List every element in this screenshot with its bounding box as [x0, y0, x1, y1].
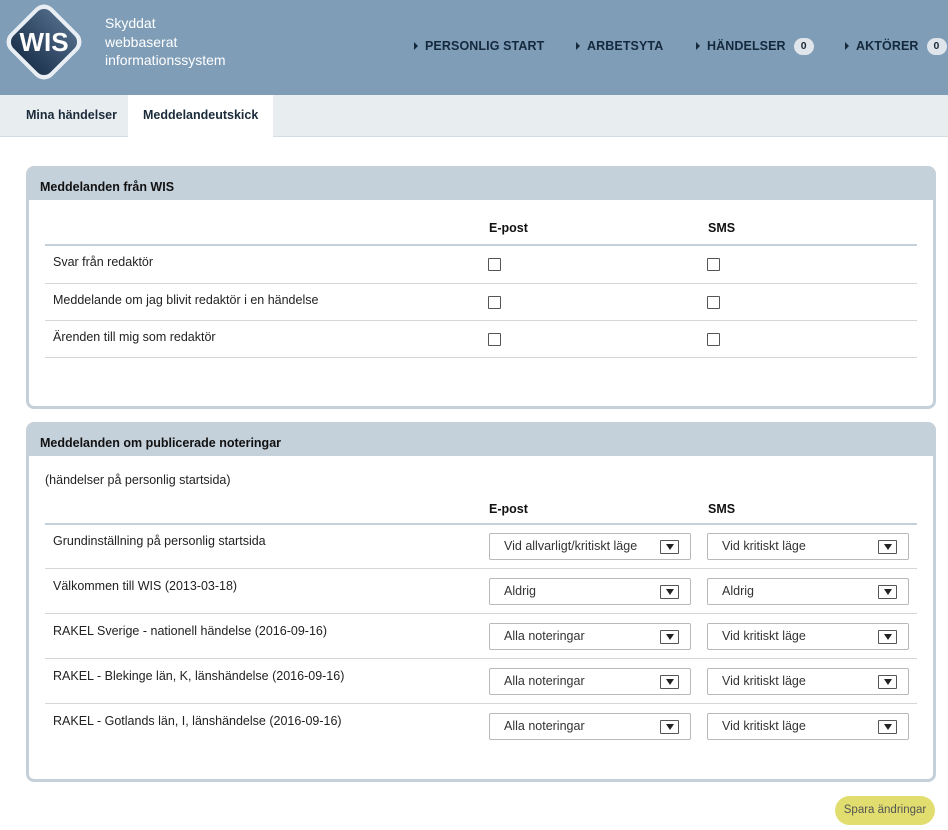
chevron-down-icon	[660, 585, 679, 599]
wis-logo[interactable]: WIS	[2, 0, 86, 84]
email-checkbox[interactable]	[488, 296, 501, 309]
panel-title: Meddelanden från WIS	[29, 169, 933, 200]
email-frequency-select[interactable]: Alla noteringar	[489, 668, 691, 695]
email-frequency-select[interactable]: Alla noteringar	[489, 623, 691, 650]
chevron-down-icon	[878, 630, 897, 644]
sms-checkbox[interactable]	[707, 296, 720, 309]
nav-handelser[interactable]: HÄNDELSER 0	[696, 36, 814, 56]
chevron-down-icon	[660, 720, 679, 734]
logo-text: WIS	[19, 27, 68, 57]
sms-checkbox[interactable]	[707, 333, 720, 346]
chevron-down-icon	[660, 675, 679, 689]
header-divider	[45, 523, 917, 525]
row-label: RAKEL - Blekinge län, K, länshändelse (2…	[53, 669, 345, 683]
select-value: Vid kritiskt läge	[722, 629, 806, 643]
select-value: Vid kritiskt läge	[722, 674, 806, 688]
count-badge: 0	[926, 37, 947, 55]
tab-meddelandeutskick[interactable]: Meddelandeutskick	[128, 95, 274, 137]
row-divider	[45, 357, 917, 358]
email-frequency-select[interactable]: Aldrig	[489, 578, 691, 605]
column-header-sms: SMS	[708, 502, 736, 516]
header-divider	[45, 244, 917, 246]
brand-line-3: informationssystem	[105, 52, 226, 68]
chevron-down-icon	[660, 630, 679, 644]
row-divider	[45, 283, 917, 284]
email-checkbox[interactable]	[488, 258, 501, 271]
select-value: Aldrig	[722, 584, 754, 598]
chevron-down-icon	[878, 675, 897, 689]
nav-label: AKTÖRER	[856, 39, 919, 53]
tab-bar: Mina händelser Meddelandeutskick	[0, 95, 948, 137]
chevron-down-icon	[878, 720, 897, 734]
row-label: RAKEL Sverige - nationell händelse (2016…	[53, 624, 328, 638]
brand-line-1: Skyddat	[105, 15, 156, 31]
nav-arbetsyta[interactable]: ARBETSYTA	[576, 36, 663, 56]
column-header-email: E-post	[489, 502, 528, 516]
row-divider	[45, 703, 917, 704]
caret-right-icon	[845, 42, 849, 50]
count-badge: 0	[793, 37, 814, 55]
row-label: Meddelande om jag blivit redaktör i en h…	[53, 293, 319, 307]
caret-right-icon	[696, 42, 700, 50]
tab-mina-handelser[interactable]: Mina händelser	[11, 95, 132, 137]
nav-label: HÄNDELSER	[707, 39, 786, 53]
select-value: Alla noteringar	[504, 629, 585, 643]
brand-line-2: webbaserat	[105, 33, 178, 50]
caret-right-icon	[414, 42, 418, 50]
row-label: Svar från redaktör	[53, 255, 154, 269]
select-value: Alla noteringar	[504, 674, 585, 688]
panel-meddelanden-fran-wis: Meddelanden från WIS E-post SMS Svar frå…	[26, 166, 936, 409]
select-value: Vid kritiskt läge	[722, 539, 806, 553]
chevron-down-icon	[878, 585, 897, 599]
row-label: RAKEL - Gotlands län, I, länshändelse (2…	[53, 714, 342, 728]
chevron-down-icon	[660, 540, 679, 554]
nav-personlig-start[interactable]: PERSONLIG START	[414, 36, 544, 56]
nav-label: PERSONLIG START	[425, 39, 545, 53]
row-label: Ärenden till mig som redaktör	[53, 330, 216, 344]
chevron-down-icon	[878, 540, 897, 554]
top-header: WIS Skyddat webbaserat informationssyste…	[0, 0, 948, 95]
save-changes-button[interactable]: Spara ändringar	[835, 796, 935, 825]
row-divider	[45, 568, 917, 569]
nav-label: ARBETSYTA	[587, 39, 664, 53]
sms-frequency-select[interactable]: Vid kritiskt läge	[707, 668, 909, 695]
column-header-sms: SMS	[708, 221, 736, 235]
select-value: Aldrig	[504, 584, 536, 598]
select-value: Vid kritiskt läge	[722, 719, 806, 733]
sms-checkbox[interactable]	[707, 258, 720, 271]
email-frequency-select[interactable]: Alla noteringar	[489, 713, 691, 740]
select-value: Vid allvarligt/kritiskt läge	[504, 539, 638, 553]
row-label: Välkommen till WIS (2013-03-18)	[53, 579, 238, 593]
panel-title: Meddelanden om publicerade noteringar	[29, 425, 933, 456]
select-value: Alla noteringar	[504, 719, 585, 733]
nav-aktorer[interactable]: AKTÖRER 0	[845, 36, 947, 56]
email-checkbox[interactable]	[488, 333, 501, 346]
row-label: Grundinställning på personlig startsida	[53, 534, 266, 548]
sms-frequency-select[interactable]: Aldrig	[707, 578, 909, 605]
sms-frequency-select[interactable]: Vid kritiskt läge	[707, 623, 909, 650]
column-header-email: E-post	[489, 221, 528, 235]
sms-frequency-select[interactable]: Vid kritiskt läge	[707, 533, 909, 560]
caret-right-icon	[576, 42, 580, 50]
row-divider	[45, 320, 917, 321]
panel-publicerade-noteringar: Meddelanden om publicerade noteringar (h…	[26, 422, 936, 782]
sms-frequency-select[interactable]: Vid kritiskt läge	[707, 713, 909, 740]
email-frequency-select[interactable]: Vid allvarligt/kritiskt läge	[489, 533, 691, 560]
row-divider	[45, 658, 917, 659]
brand-name: Skyddat webbaserat informationssystem	[105, 14, 226, 70]
panel-note: (händelser på personlig startsida)	[45, 473, 231, 487]
row-divider	[45, 613, 917, 614]
